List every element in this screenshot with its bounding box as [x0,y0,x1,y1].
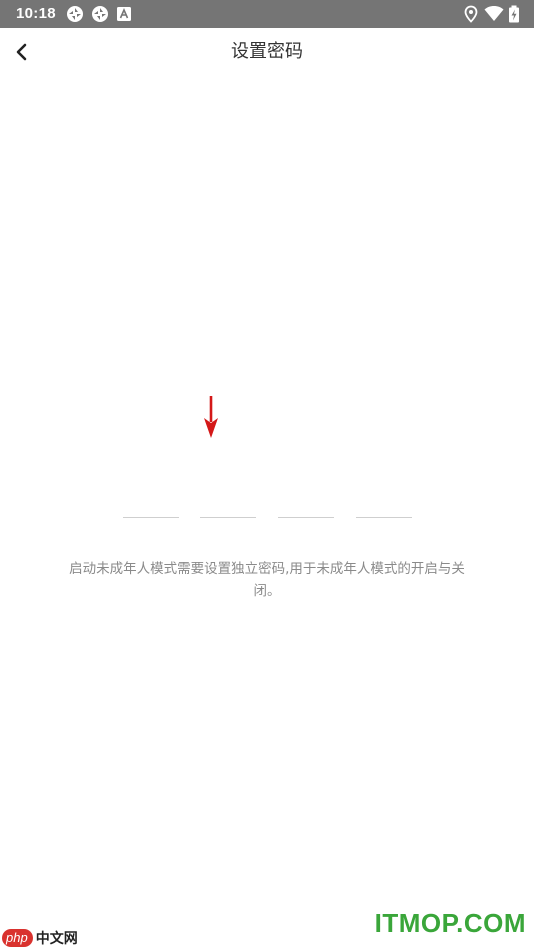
php-logo: php [2,929,33,947]
page-title: 设置密码 [231,41,303,62]
sync-icon [92,6,108,22]
location-icon [464,5,478,23]
red-arrow-annotation [204,396,218,438]
pin-digit-slot-4[interactable] [356,505,412,518]
pin-digit-slot-1[interactable] [123,505,179,518]
app-bar: 设置密码 [0,28,534,76]
status-time: 10:18 [16,5,56,22]
status-bar: 10:18 [0,0,534,28]
password-hint-text: 启动未成年人模式需要设置独立密码,用于未成年人模式的开启与关闭。 [69,561,465,599]
back-button[interactable] [8,38,36,66]
font-a-icon [117,7,131,21]
itmop-watermark: ITMOP.COM [374,908,526,938]
php-watermark: php 中文网 [2,928,78,948]
pin-digit-slot-3[interactable] [278,505,334,518]
pin-digit-slot-2[interactable] [200,505,256,518]
wifi-icon [484,6,504,21]
battery-charging-icon [509,5,519,23]
sync-icon [67,6,83,22]
chevron-left-icon [16,43,27,61]
php-watermark-text: 中文网 [35,931,78,947]
